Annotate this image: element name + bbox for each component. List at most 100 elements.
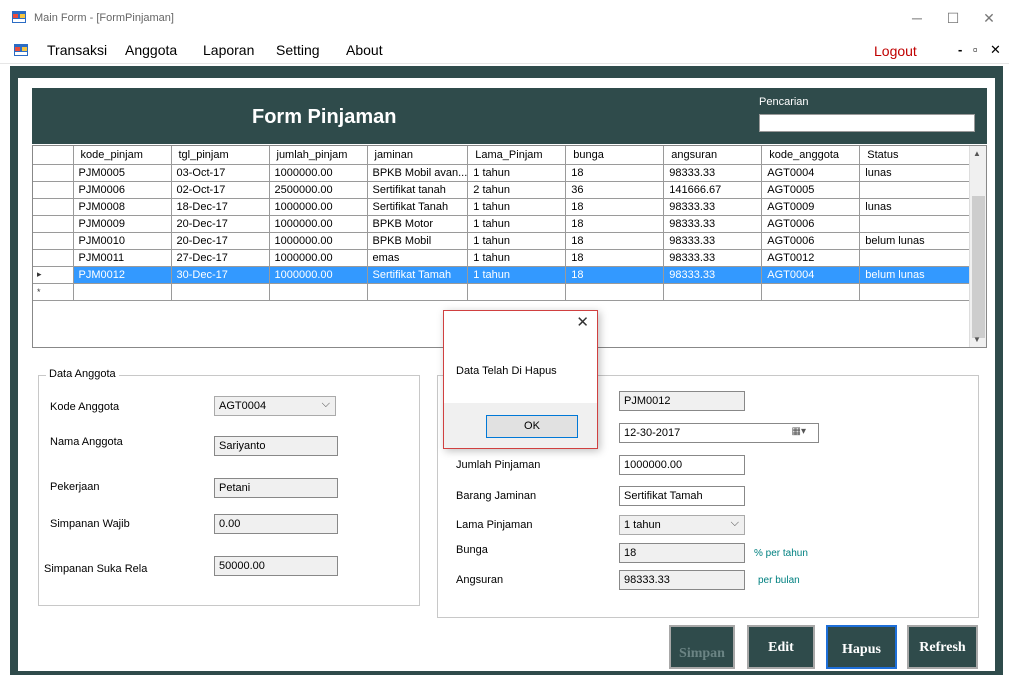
kode-pinjam-field[interactable]: PJM0012 — [619, 391, 745, 411]
table-cell[interactable]: AGT0005 — [761, 181, 861, 199]
table-cell[interactable] — [859, 181, 977, 199]
logout-link[interactable]: Logout — [874, 43, 917, 59]
pekerjaan-field[interactable]: Petani — [214, 478, 338, 498]
table-cell[interactable] — [859, 215, 977, 233]
table-cell[interactable]: 1 tahun — [467, 266, 567, 284]
table-cell[interactable] — [663, 283, 763, 301]
row-header[interactable] — [33, 181, 74, 199]
table-cell[interactable] — [859, 283, 977, 301]
row-header[interactable] — [33, 232, 74, 250]
menu-anggota[interactable]: Anggota — [125, 42, 177, 58]
table-cell[interactable] — [269, 283, 368, 301]
menu-setting[interactable]: Setting — [276, 42, 320, 58]
table-cell[interactable]: 1000000.00 — [269, 215, 368, 233]
table-cell[interactable]: AGT0012 — [761, 249, 861, 267]
row-header[interactable] — [33, 164, 74, 182]
column-header[interactable]: Lama_Pinjam — [467, 146, 567, 165]
table-cell[interactable]: 03-Oct-17 — [171, 164, 270, 182]
table-cell[interactable]: belum lunas — [859, 232, 977, 250]
row-header[interactable] — [33, 215, 74, 233]
table-cell[interactable]: 18 — [565, 198, 665, 216]
table-cell[interactable]: BPKB Mobil — [367, 232, 469, 250]
menu-about[interactable]: About — [346, 42, 383, 58]
table-cell[interactable]: 1000000.00 — [269, 249, 368, 267]
nama-anggota-field[interactable]: Sariyanto — [214, 436, 338, 456]
table-cell[interactable]: 1 tahun — [467, 164, 567, 182]
table-row[interactable]: PJM0010 20-Dec-17 1000000.00 BPKB Mobil … — [33, 232, 977, 250]
table-cell[interactable]: 18 — [565, 164, 665, 182]
table-row[interactable]: PJM0008 18-Dec-17 1000000.00 Sertifikat … — [33, 198, 977, 216]
table-row-new[interactable]: * — [33, 283, 977, 301]
table-cell[interactable]: 98333.33 — [663, 249, 763, 267]
search-input[interactable] — [759, 114, 975, 132]
table-cell[interactable]: 18 — [565, 266, 665, 284]
table-cell[interactable]: 18-Dec-17 — [171, 198, 270, 216]
table-cell[interactable] — [859, 249, 977, 267]
table-cell[interactable]: PJM0005 — [73, 164, 172, 182]
close-icon[interactable]: ✕ — [978, 10, 1000, 27]
table-row[interactable]: PJM0011 27-Dec-17 1000000.00 emas 1 tahu… — [33, 249, 977, 267]
scroll-thumb[interactable] — [972, 196, 985, 338]
minimize-icon[interactable]: ─ — [906, 10, 928, 26]
column-header[interactable]: jaminan — [367, 146, 469, 165]
column-header[interactable]: tgl_pinjam — [171, 146, 270, 165]
dialog-close-icon[interactable]: ✕ — [576, 313, 589, 331]
scroll-up-icon[interactable]: ▲ — [973, 149, 981, 158]
new-row-marker[interactable]: * — [33, 283, 74, 301]
column-header[interactable]: kode_anggota — [761, 146, 861, 165]
bunga-field[interactable]: 18 — [619, 543, 745, 563]
table-cell[interactable]: AGT0009 — [761, 198, 861, 216]
mdi-close-icon[interactable]: ✕ — [990, 42, 1001, 58]
menu-laporan[interactable]: Laporan — [203, 42, 254, 58]
angsuran-field[interactable]: 98333.33 — [619, 570, 745, 590]
calendar-icon[interactable]: ▦▾ — [792, 426, 806, 437]
table-cell[interactable]: 18 — [565, 249, 665, 267]
table-row[interactable]: PJM0006 02-Oct-17 2500000.00 Sertifikat … — [33, 181, 977, 199]
column-header[interactable]: angsuran — [663, 146, 763, 165]
table-cell[interactable]: PJM0011 — [73, 249, 172, 267]
table-cell[interactable]: 1 tahun — [467, 249, 567, 267]
table-cell[interactable]: PJM0008 — [73, 198, 172, 216]
refresh-button[interactable]: Refresh — [907, 625, 978, 669]
table-cell[interactable]: lunas — [859, 198, 977, 216]
column-header[interactable]: bunga — [565, 146, 665, 165]
table-cell[interactable]: 18 — [565, 215, 665, 233]
table-cell[interactable]: 02-Oct-17 — [171, 181, 270, 199]
table-cell[interactable]: lunas — [859, 164, 977, 182]
hapus-button[interactable]: Hapus — [826, 625, 897, 669]
table-cell[interactable]: 141666.67 — [663, 181, 763, 199]
current-row-marker[interactable]: ▸ — [33, 266, 74, 284]
kode-anggota-select[interactable]: AGT0004 ⌵ — [214, 396, 336, 416]
maximize-icon[interactable]: ☐ — [942, 10, 964, 27]
table-cell[interactable]: 20-Dec-17 — [171, 232, 270, 250]
table-cell[interactable] — [565, 283, 665, 301]
table-cell[interactable]: 1000000.00 — [269, 164, 368, 182]
table-cell[interactable]: AGT0006 — [761, 232, 861, 250]
scroll-down-icon[interactable]: ▼ — [973, 335, 981, 344]
tgl-pinjam-picker[interactable]: 12-30-2017 ▦▾ — [619, 423, 819, 443]
table-cell[interactable]: PJM0010 — [73, 232, 172, 250]
column-header[interactable]: kode_pinjam — [73, 146, 172, 165]
table-cell[interactable]: AGT0004 — [761, 266, 861, 284]
table-cell[interactable]: 27-Dec-17 — [171, 249, 270, 267]
jumlah-pinjaman-field[interactable]: 1000000.00 — [619, 455, 745, 475]
table-cell[interactable]: 98333.33 — [663, 198, 763, 216]
table-cell[interactable]: BPKB Mobil avan... — [367, 164, 469, 182]
table-cell[interactable]: 1 tahun — [467, 232, 567, 250]
table-cell[interactable] — [73, 283, 172, 301]
table-cell[interactable]: AGT0006 — [761, 215, 861, 233]
table-cell[interactable]: AGT0004 — [761, 164, 861, 182]
table-cell[interactable]: PJM0006 — [73, 181, 172, 199]
barang-jaminan-field[interactable]: Sertifikat Tamah — [619, 486, 745, 506]
table-cell[interactable] — [467, 283, 567, 301]
grid-scrollbar[interactable]: ▲ ▼ — [969, 146, 986, 347]
table-cell[interactable]: 30-Dec-17 — [171, 266, 270, 284]
ok-button[interactable]: OK — [486, 415, 578, 438]
table-cell[interactable]: PJM0009 — [73, 215, 172, 233]
edit-button[interactable]: Edit — [747, 625, 815, 669]
column-header[interactable]: Status — [859, 146, 977, 165]
table-cell[interactable] — [761, 283, 861, 301]
chevron-down-icon[interactable]: ⌵ — [322, 398, 330, 411]
table-cell[interactable]: 18 — [565, 232, 665, 250]
table-row[interactable]: PJM0005 03-Oct-17 1000000.00 BPKB Mobil … — [33, 164, 977, 182]
